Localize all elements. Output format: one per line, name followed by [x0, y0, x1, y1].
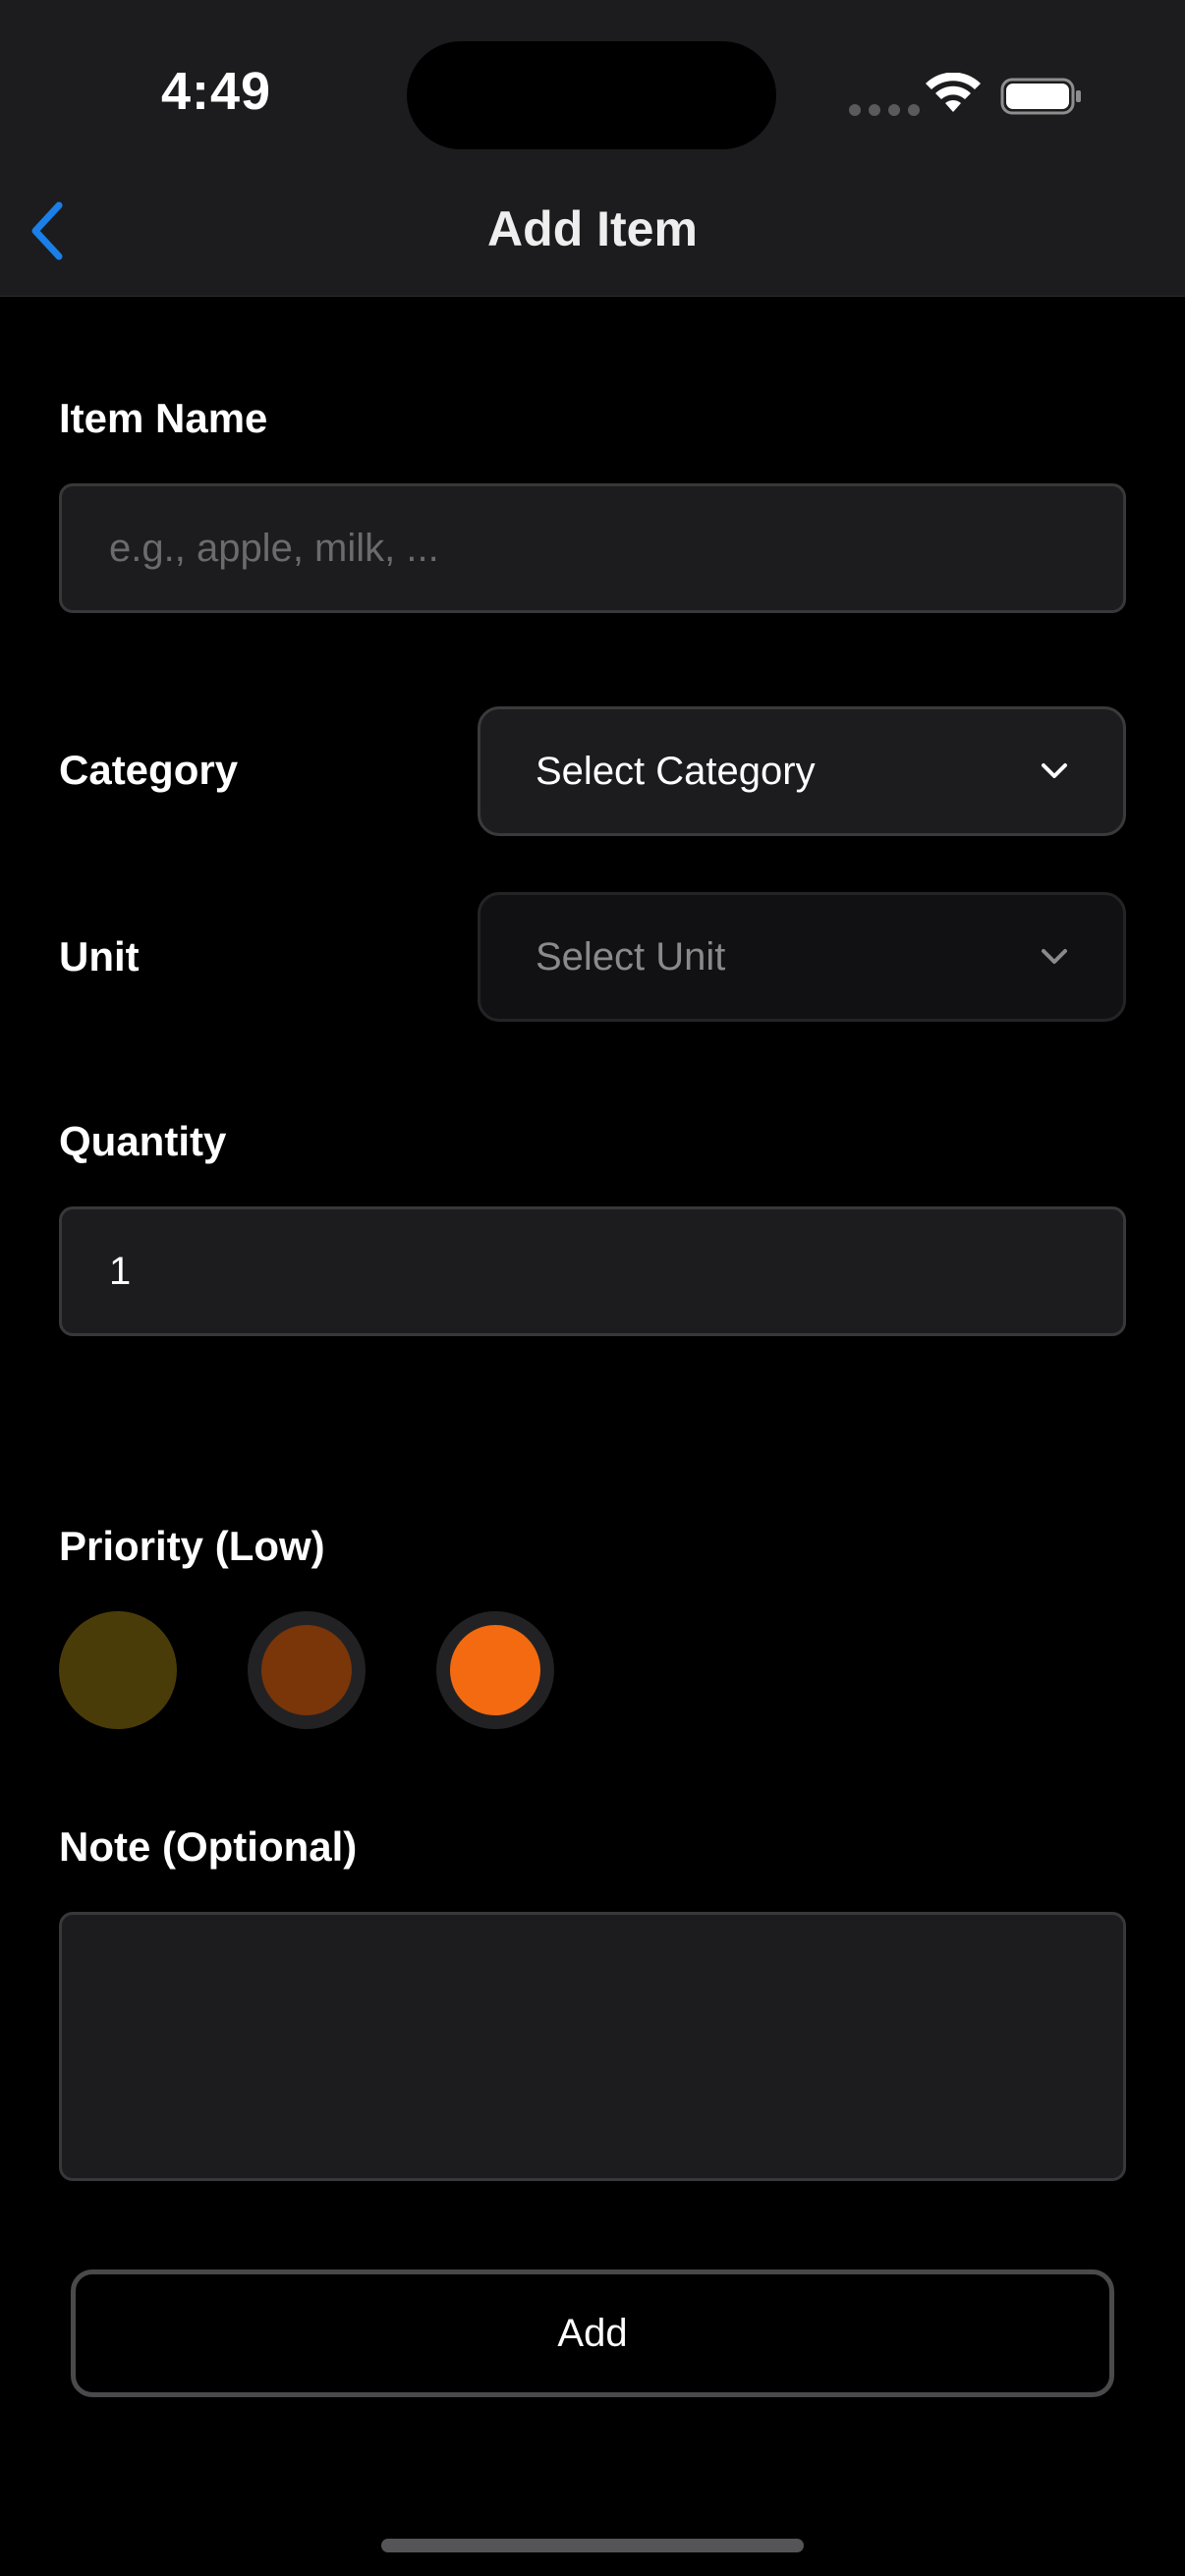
category-label: Category: [59, 747, 239, 793]
category-select[interactable]: Select Category: [478, 706, 1126, 836]
priority-high-option[interactable]: [436, 1611, 554, 1729]
chevron-down-icon: [1042, 949, 1067, 964]
unit-label: Unit: [59, 933, 140, 980]
quantity-input[interactable]: [59, 1206, 1126, 1336]
priority-medium-option[interactable]: [248, 1611, 366, 1729]
cellular-signal-icon: [849, 104, 920, 116]
priority-high-swatch: [450, 1625, 540, 1715]
chevron-down-icon: [1042, 763, 1067, 778]
add-item-screen: 4:49 Add Item Item Name Category Select …: [0, 0, 1185, 2576]
page-title: Add Item: [487, 201, 698, 256]
note-textarea[interactable]: [59, 1912, 1126, 2181]
note-label: Note (Optional): [59, 1823, 358, 1870]
unit-select-value: Select Unit: [536, 934, 726, 979]
item-name-input[interactable]: [59, 483, 1126, 613]
priority-medium-swatch: [261, 1625, 352, 1715]
home-indicator: [381, 2539, 804, 2552]
dynamic-island: [407, 41, 776, 149]
quantity-label: Quantity: [59, 1118, 227, 1164]
add-button[interactable]: Add: [71, 2269, 1114, 2397]
unit-select[interactable]: Select Unit: [478, 892, 1126, 1022]
priority-low-option[interactable]: [59, 1611, 177, 1729]
status-time: 4:49: [161, 62, 272, 121]
priority-options: [59, 1611, 554, 1729]
category-select-value: Select Category: [536, 749, 816, 793]
battery-icon: [1000, 78, 1081, 115]
item-name-label: Item Name: [59, 395, 268, 441]
priority-low-swatch: [73, 1625, 163, 1715]
wifi-icon: [926, 73, 981, 112]
priority-label: Priority (Low): [59, 1523, 325, 1569]
top-bar: 4:49 Add Item: [0, 0, 1185, 297]
